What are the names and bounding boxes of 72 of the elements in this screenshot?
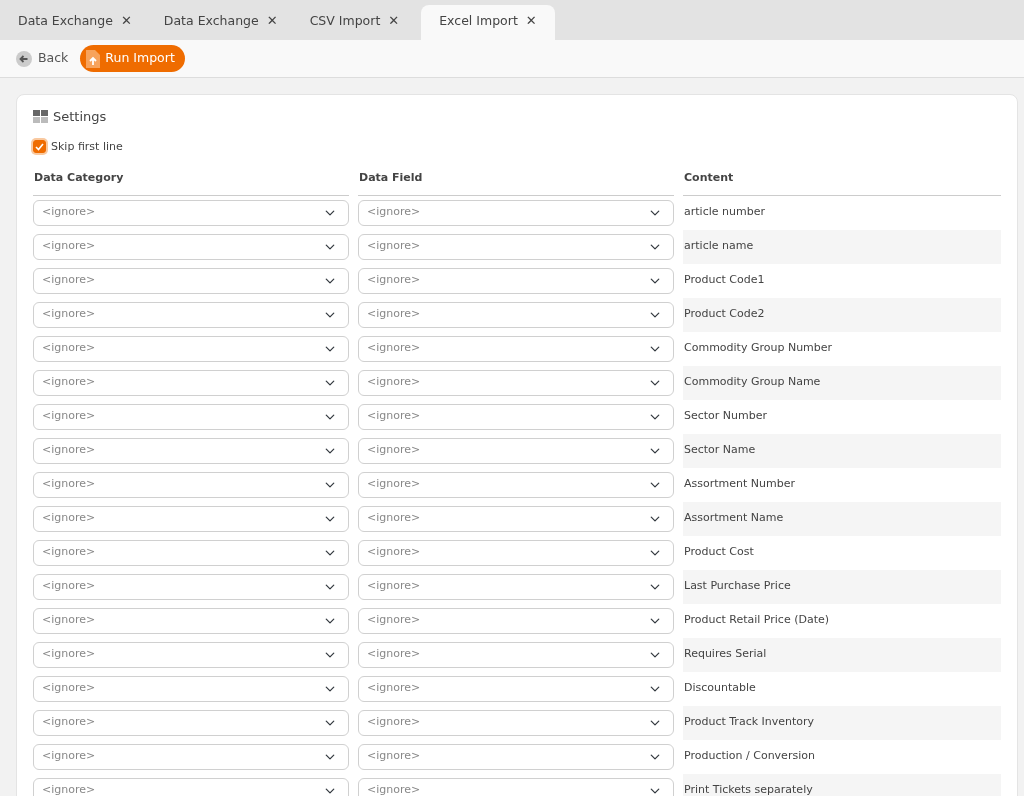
column-header: Data Field <box>358 170 674 196</box>
tab[interactable]: CSV Import ✕ <box>299 5 410 40</box>
content-cell: Product Code2 <box>683 306 765 323</box>
dropdown[interactable]: <ignore> <box>358 539 674 566</box>
content-cell: Product Track Inventory <box>683 714 815 731</box>
content-cell: Commodity Group Number <box>683 340 833 357</box>
column-header: Content <box>683 170 1001 196</box>
dropdown[interactable]: <ignore> <box>33 369 349 396</box>
content-cell: Sector Name <box>683 442 756 459</box>
content-cell: Requires Serial <box>683 646 767 663</box>
dropdown[interactable]: <ignore> <box>33 641 349 668</box>
dropdown[interactable]: <ignore> <box>33 335 349 362</box>
dropdown[interactable]: <ignore> <box>358 403 674 430</box>
dropdown[interactable]: <ignore> <box>33 301 349 328</box>
close-icon[interactable]: ✕ <box>388 11 400 31</box>
dropdown[interactable]: <ignore> <box>33 743 349 770</box>
checkbox-label: Skip first line <box>51 138 123 155</box>
grid-icon <box>33 110 48 124</box>
dropdown[interactable]: <ignore> <box>33 777 349 796</box>
dropdown[interactable]: <ignore> <box>33 233 349 260</box>
dropdown[interactable]: <ignore> <box>358 199 674 226</box>
content-cell: Assortment Number <box>683 476 795 493</box>
dropdown[interactable]: <ignore> <box>33 199 349 226</box>
dropdown[interactable]: <ignore> <box>33 437 349 464</box>
dropdown[interactable]: <ignore> <box>358 233 674 260</box>
dropdown[interactable]: <ignore> <box>358 607 674 634</box>
content-cell: Assortment Name <box>683 510 784 527</box>
dropdown[interactable]: <ignore> <box>33 403 349 430</box>
tab[interactable]: Data Exchange ✕ <box>153 5 288 40</box>
dropdown[interactable]: <ignore> <box>358 369 674 396</box>
close-icon[interactable]: ✕ <box>266 11 278 31</box>
content-cell: Commodity Group Name <box>683 374 821 391</box>
content-cell: Product Code1 <box>683 272 765 289</box>
dropdown[interactable]: <ignore> <box>358 777 674 796</box>
dropdown[interactable]: <ignore> <box>358 709 674 736</box>
dropdown[interactable]: <ignore> <box>358 675 674 702</box>
dropdown[interactable]: <ignore> <box>358 641 674 668</box>
dropdown[interactable]: <ignore> <box>358 301 674 328</box>
settings-title: Settings <box>53 108 107 126</box>
tab[interactable]: Excel Import ✕ <box>421 5 555 40</box>
dropdown[interactable]: <ignore> <box>358 743 674 770</box>
run-import-button[interactable]: Run Import <box>80 45 185 72</box>
tab[interactable]: Data Exchange ✕ <box>8 5 142 40</box>
dropdown[interactable]: <ignore> <box>33 267 349 294</box>
content-cell: Last Purchase Price <box>683 578 791 595</box>
dropdown[interactable]: <ignore> <box>33 471 349 498</box>
column-header: Data Category <box>33 170 349 196</box>
checkbox[interactable] <box>33 140 46 154</box>
dropdown[interactable]: <ignore> <box>33 573 349 600</box>
content-cell: Production / Conversion <box>683 748 815 765</box>
dropdown[interactable]: <ignore> <box>33 709 349 736</box>
content-cell: Sector Number <box>683 408 768 425</box>
close-icon[interactable]: ✕ <box>525 11 537 31</box>
file-upload-icon <box>86 49 101 68</box>
content-cell: Product Retail Price (Date) <box>683 612 830 629</box>
dropdown[interactable]: <ignore> <box>33 539 349 566</box>
dropdown[interactable]: <ignore> <box>358 335 674 362</box>
dropdown[interactable]: <ignore> <box>358 573 674 600</box>
dropdown[interactable]: <ignore> <box>33 675 349 702</box>
dropdown[interactable]: <ignore> <box>358 267 674 294</box>
content-cell: article name <box>683 238 754 255</box>
back-button[interactable]: Back <box>16 49 69 68</box>
content-cell: article number <box>683 204 765 221</box>
dropdown[interactable]: <ignore> <box>33 607 349 634</box>
dropdown[interactable]: <ignore> <box>358 471 674 498</box>
close-icon[interactable]: ✕ <box>120 11 132 31</box>
dropdown[interactable]: <ignore> <box>358 505 674 532</box>
dropdown[interactable]: <ignore> <box>358 437 674 464</box>
dropdown[interactable]: <ignore> <box>33 505 349 532</box>
content-cell: Product Cost <box>683 544 754 561</box>
content-cell: Discountable <box>683 680 756 697</box>
content-cell: Print Tickets separately <box>683 782 813 796</box>
